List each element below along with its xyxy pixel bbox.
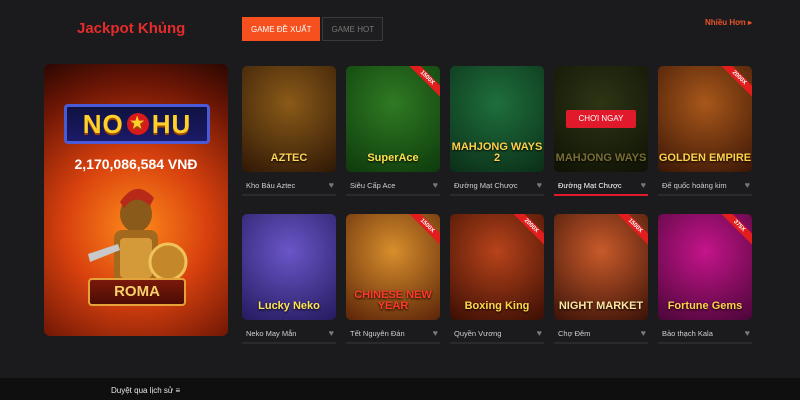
game-thumbnail[interactable]: Lucky Neko (242, 214, 336, 320)
heart-icon[interactable]: ♥ (329, 328, 334, 338)
card-underline (554, 342, 648, 344)
game-card[interactable]: GOLDEN EMPIRE 2000X Đế quốc hoàng kim ♥ (658, 66, 752, 196)
card-underline (346, 194, 440, 196)
card-underline (450, 342, 544, 344)
game-logo: GOLDEN EMPIRE (658, 152, 752, 164)
heart-icon[interactable]: ♥ (433, 180, 438, 190)
game-name: Đường Mạt Chược (558, 180, 622, 190)
multiplier-badge: 1500X (613, 214, 648, 248)
card-underline (346, 342, 440, 344)
game-card[interactable]: SuperAce 1500X Siêu Cấp Ace ♥ (346, 66, 440, 196)
card-underline (554, 194, 648, 196)
game-logo: AZTEC (270, 152, 308, 164)
multiplier-badge: 2000X (509, 214, 544, 248)
heart-icon[interactable]: ♥ (745, 180, 750, 190)
game-thumbnail[interactable]: AZTEC (242, 66, 336, 172)
multiplier-badge: 375X (717, 214, 752, 248)
nohu-logo-left: NO (82, 108, 124, 139)
multiplier-badge: 2000X (717, 66, 752, 100)
game-thumbnail[interactable]: Fortune Gems 375X (658, 214, 752, 320)
game-meta: Bảo thạch Kala ♥ (658, 328, 752, 338)
game-name: Bảo thạch Kala (662, 328, 713, 338)
nohu-logo: NO ★ HU (64, 104, 210, 144)
game-card[interactable]: MAHJONG WAYSCHƠI NGAY Đường Mạt Chược ♥ (554, 66, 648, 196)
heart-icon[interactable]: ♥ (537, 180, 542, 190)
game-thumbnail[interactable]: MAHJONG WAYS 2 (450, 66, 544, 172)
tab-recommended[interactable]: GAME ĐỀ XUẤT (242, 17, 321, 41)
game-card[interactable]: AZTEC Kho Báu Aztec ♥ (242, 66, 336, 196)
game-meta: Neko May Mắn ♥ (242, 328, 336, 338)
jackpot-banner[interactable]: NO ★ HU 2,170,086,584 VNĐ ROMA (44, 64, 228, 336)
game-meta: Kho Báu Aztec ♥ (242, 180, 336, 190)
card-underline (242, 342, 336, 344)
card-underline (450, 194, 544, 196)
game-logo: MAHJONG WAYS 2 (451, 141, 543, 164)
game-thumbnail[interactable]: MAHJONG WAYSCHƠI NGAY (554, 66, 648, 172)
heart-icon[interactable]: ♥ (641, 328, 646, 338)
game-name: Siêu Cấp Ace (350, 180, 396, 190)
heart-icon[interactable]: ♥ (433, 328, 438, 338)
tab-hot[interactable]: GAME HOT (322, 17, 384, 41)
heart-icon[interactable]: ♥ (537, 328, 542, 338)
game-logo: CHINESE NEW YEAR (354, 289, 432, 312)
game-thumbnail[interactable]: Boxing King 2000X (450, 214, 544, 320)
game-meta: Đường Mạt Chược ♥ (450, 180, 544, 190)
game-logo: Lucky Neko (258, 300, 320, 312)
game-meta: Quyền Vương ♥ (450, 328, 544, 338)
game-card[interactable]: MAHJONG WAYS 2 Đường Mạt Chược ♥ (450, 66, 544, 196)
game-name: Đường Mạt Chược (454, 180, 518, 190)
game-card[interactable]: Boxing King 2000X Quyền Vương ♥ (450, 214, 544, 344)
history-link[interactable]: Duyệt qua lịch sử ≡ (111, 386, 180, 395)
jackpot-game-label: ROMA (88, 278, 186, 306)
game-grid: AZTEC Kho Báu Aztec ♥ SuperAce 1500X Siêu Cấp… (242, 66, 752, 344)
heart-icon[interactable]: ♥ (745, 328, 750, 338)
game-meta: Đế quốc hoàng kim ♥ (658, 180, 752, 190)
page-title: Jackpot Khủng (77, 20, 186, 37)
game-logo: SuperAce (367, 152, 419, 164)
multiplier-badge: 1500X (405, 66, 440, 100)
card-underline (242, 194, 336, 196)
nohu-logo-right: HU (151, 108, 192, 139)
game-logo: Boxing King (464, 300, 530, 312)
jackpot-amount: 2,170,086,584 VNĐ (74, 156, 198, 172)
game-meta: Chợ Đêm ♥ (554, 328, 648, 338)
game-thumbnail[interactable]: SuperAce 1500X (346, 66, 440, 172)
card-underline (658, 194, 752, 196)
game-thumbnail[interactable]: NIGHT MARKET 1500X (554, 214, 648, 320)
game-name: Tết Nguyên Đán (350, 328, 405, 338)
game-name: Quyền Vương (454, 328, 502, 338)
game-name: Kho Báu Aztec (246, 180, 296, 190)
game-meta: Đường Mạt Chược ♥ (554, 180, 648, 190)
heart-icon[interactable]: ♥ (641, 180, 646, 190)
game-meta: Siêu Cấp Ace ♥ (346, 180, 440, 190)
star-icon: ★ (126, 113, 149, 135)
game-logo: NIGHT MARKET (558, 300, 644, 312)
heart-icon[interactable]: ♥ (329, 180, 334, 190)
game-tabs: GAME ĐỀ XUẤT GAME HOT (242, 17, 385, 41)
card-underline (658, 342, 752, 344)
game-meta: Tết Nguyên Đán ♥ (346, 328, 440, 338)
game-card[interactable]: CHINESE NEW YEAR 1500X Tết Nguyên Đán ♥ (346, 214, 440, 344)
game-logo: Fortune Gems (667, 300, 743, 312)
game-name: Đế quốc hoàng kim (662, 180, 727, 190)
more-link[interactable]: Nhiều Hơn ▸ (705, 18, 752, 27)
game-thumbnail[interactable]: CHINESE NEW YEAR 1500X (346, 214, 440, 320)
game-card[interactable]: NIGHT MARKET 1500X Chợ Đêm ♥ (554, 214, 648, 344)
game-card[interactable]: Lucky Neko Neko May Mắn ♥ (242, 214, 336, 344)
game-card[interactable]: Fortune Gems 375X Bảo thạch Kala ♥ (658, 214, 752, 344)
play-now-button[interactable]: CHƠI NGAY (566, 110, 636, 128)
game-thumbnail[interactable]: GOLDEN EMPIRE 2000X (658, 66, 752, 172)
multiplier-badge: 1500X (405, 214, 440, 248)
game-name: Neko May Mắn (246, 328, 297, 338)
game-name: Chợ Đêm (558, 328, 591, 338)
